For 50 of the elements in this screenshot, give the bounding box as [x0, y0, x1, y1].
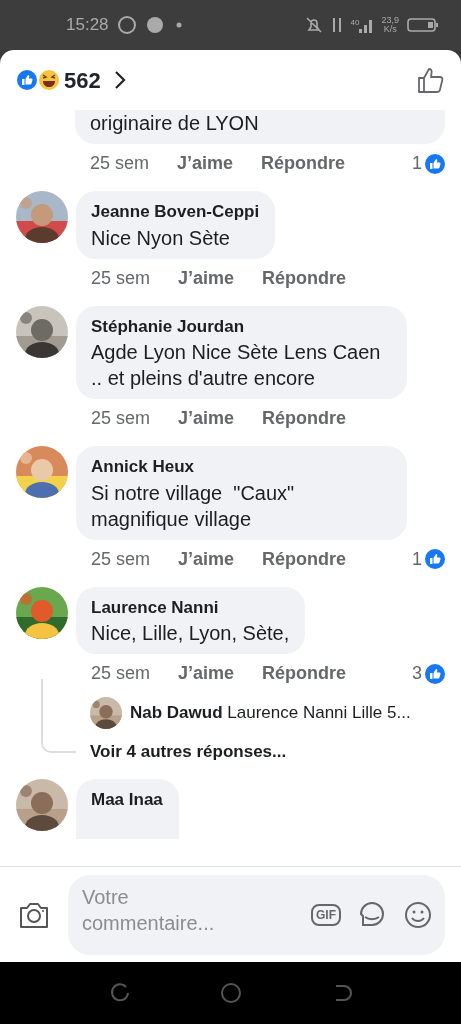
like-link[interactable]: J’aime: [178, 405, 235, 432]
more-replies-link[interactable]: Voir 4 autres réponses...: [90, 739, 411, 765]
like-icon[interactable]: [417, 66, 445, 94]
comment-time: 25 sem: [91, 662, 151, 685]
reply-link[interactable]: Répondre: [262, 264, 347, 292]
comment-text: Nice Nyon Sète: [91, 225, 231, 251]
like-count: 1: [412, 152, 422, 175]
recent-apps-icon[interactable]: [109, 983, 130, 1003]
network-label: 40: [350, 17, 360, 29]
speed-value: 23,9: [381, 16, 399, 25]
like-reaction-icon: [16, 69, 38, 91]
mute-icon: [304, 16, 323, 34]
comment-text: Si notre village "Caux" magnifique village: [91, 480, 296, 532]
comment-author[interactable]: Annick Heux: [91, 454, 391, 480]
like-link[interactable]: J’aime: [177, 150, 234, 177]
comment-author[interactable]: Laurence Nanni: [91, 594, 290, 620]
comment-time: 25 sem: [91, 547, 151, 571]
chevron-right-icon[interactable]: [112, 69, 127, 91]
like-reaction-icon: [425, 549, 445, 569]
reaction-count[interactable]: 562: [64, 63, 101, 97]
comment-text: Agde Lyon Nice Sète Lens Caen .. et pleins d'autre encore: [91, 340, 382, 391]
home-icon[interactable]: [219, 982, 242, 1004]
like-reaction-icon: [425, 153, 445, 174]
speed-unit: K/s: [383, 25, 397, 34]
like-reaction-icon: [425, 663, 445, 684]
comment-author[interactable]: Jeanne Boven-Ceppi: [91, 199, 260, 225]
comment-field[interactable]: Votre commentaire... GIF: [68, 874, 445, 955]
status-time: 15:28: [66, 14, 109, 37]
signal-icon: [359, 17, 374, 33]
comment-text: Nice, Lille, Lyon, Sète,: [91, 621, 290, 646]
reply-link[interactable]: Répondre: [261, 150, 346, 177]
like-link[interactable]: J’aime: [178, 545, 235, 573]
like-link[interactable]: J’aime: [178, 660, 235, 687]
comment-time: 25 sem: [91, 266, 151, 290]
comment-author[interactable]: Stéphanie Jourdan: [91, 313, 391, 339]
like-link[interactable]: J’aime: [178, 264, 235, 292]
reply-link[interactable]: Répondre: [262, 545, 347, 573]
reply-link[interactable]: Répondre: [262, 660, 347, 687]
battery-icon: [407, 17, 439, 33]
laugh-reaction-icon: [38, 69, 60, 91]
reply-link[interactable]: Répondre: [262, 405, 347, 432]
gif-button[interactable]: GIF: [311, 903, 341, 926]
comment-time: 25 sem: [91, 407, 151, 430]
comment-author[interactable]: Maa Inaa: [91, 786, 163, 812]
comment-text: originaire de LYON: [90, 111, 260, 136]
like-count: 3: [412, 662, 422, 685]
reply-text: Nab Dawud Laurence Nanni Lille 5...: [130, 702, 411, 725]
comment-time: 25 sem: [90, 152, 150, 175]
emoji-icon[interactable]: [403, 899, 433, 930]
like-count: 1: [412, 547, 422, 571]
